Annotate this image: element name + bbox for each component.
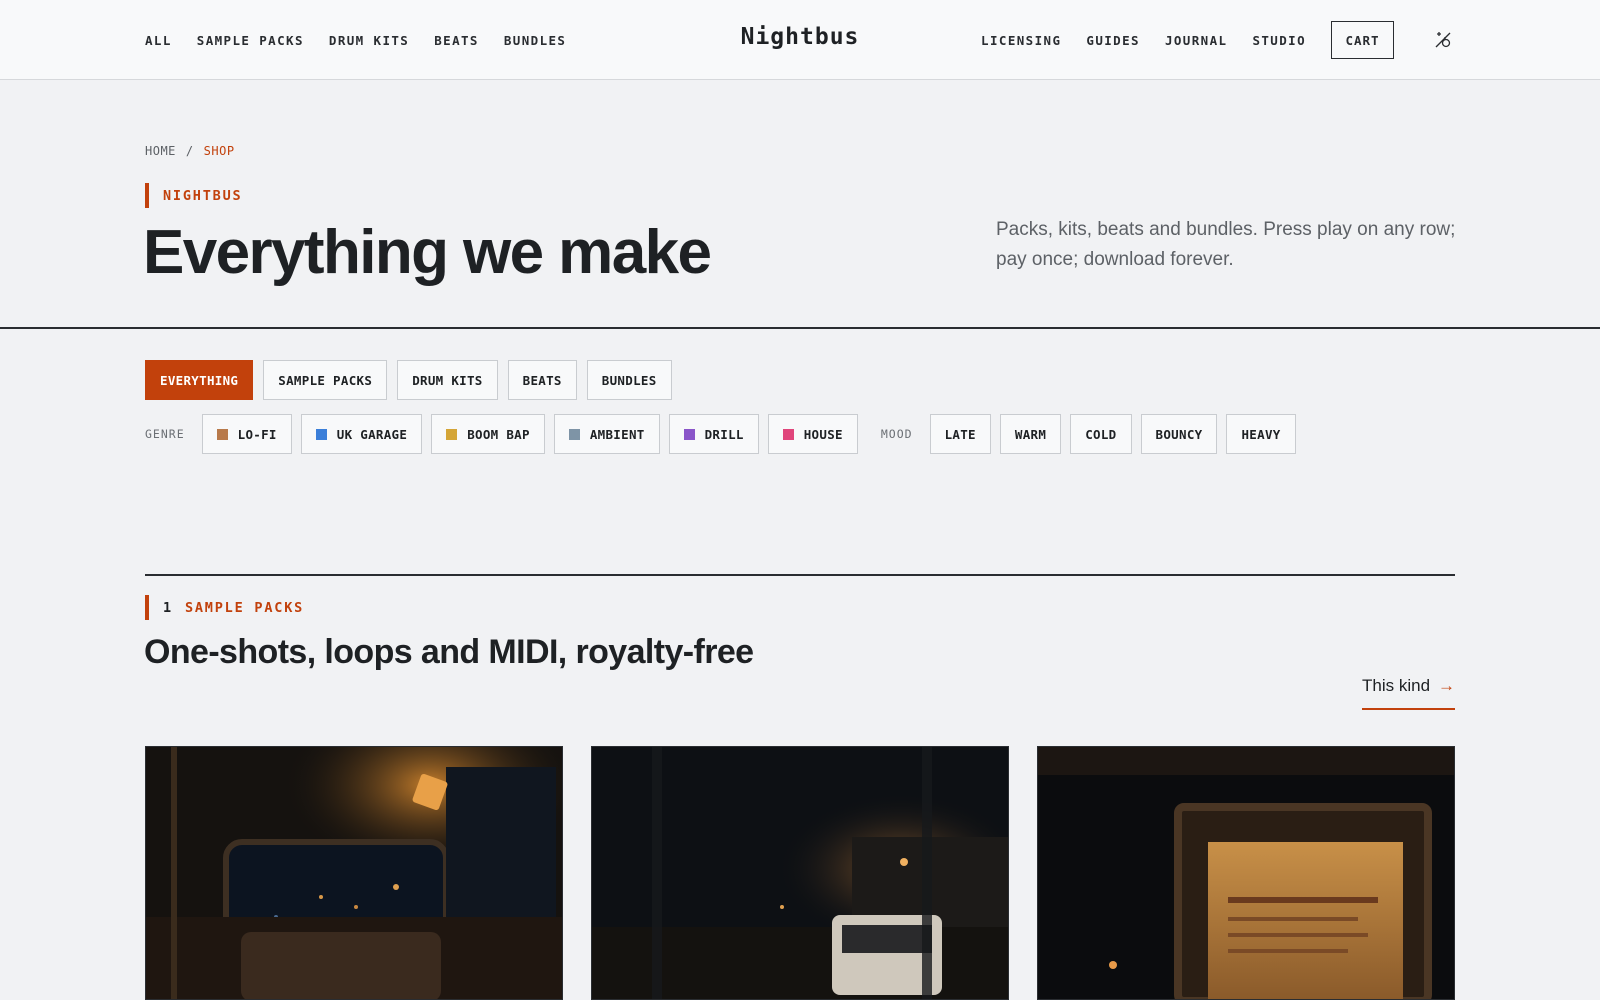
page-title: Everything we make: [143, 218, 712, 287]
hero-eyebrow-label: NIGHTBUS: [163, 187, 243, 204]
hero-divider: [0, 327, 1600, 329]
genre-chip-lo-fi[interactable]: LO-FI: [201, 414, 292, 454]
type-filter-tabs: EVERYTHING SAMPLE PACKS DRUM KITS BEATS …: [145, 360, 672, 400]
product-card[interactable]: [145, 746, 563, 1000]
breadcrumb-current: SHOP: [203, 144, 235, 158]
genre-swatch: [315, 428, 327, 440]
genre-swatch: [683, 428, 695, 440]
tab-drum-kits[interactable]: DRUM KITS: [397, 360, 498, 400]
primary-nav: ALL SAMPLE PACKS DRUM KITS BEATS BUNDLES: [145, 0, 566, 80]
nav-beats[interactable]: BEATS: [434, 33, 479, 48]
breadcrumb-separator: /: [185, 144, 194, 158]
nav-sample-packs[interactable]: SAMPLE PACKS: [197, 33, 304, 48]
genre-chip-uk-garage[interactable]: UK GARAGE: [300, 414, 423, 454]
section-eyebrow-label: SAMPLE PACKS: [184, 599, 305, 616]
product-card[interactable]: [1037, 746, 1455, 1000]
nav-drum-kits[interactable]: DRUM KITS: [329, 33, 409, 48]
product-card[interactable]: [591, 746, 1009, 1000]
bus-depot-image: [592, 747, 1008, 999]
hero-eyebrow: NIGHTBUS: [145, 183, 242, 208]
mood-chip-cold[interactable]: COLD: [1070, 414, 1132, 454]
mood-chip-late[interactable]: LATE: [929, 414, 991, 454]
mood-chip-warm[interactable]: WARM: [999, 414, 1062, 454]
bus-stop-sign-image: [1038, 747, 1454, 999]
mood-chip-bouncy[interactable]: BOUNCY: [1140, 414, 1218, 454]
genre-chip-ambient[interactable]: AMBIENT: [553, 414, 660, 454]
genre-chip-house[interactable]: HOUSE: [767, 414, 858, 454]
secondary-nav: LICENSING GUIDES JOURNAL STUDIO CART: [981, 0, 1455, 80]
genre-chip-label: DRILL: [704, 426, 744, 442]
cart-button[interactable]: CART: [1331, 21, 1394, 59]
genre-swatch: [782, 428, 794, 440]
genre-chip-label: UK GARAGE: [336, 426, 408, 442]
this-kind-label: This kind: [1362, 676, 1431, 695]
product-grid: [145, 746, 1455, 1000]
section-eyebrow: 1 SAMPLE PACKS: [145, 595, 304, 620]
section-title: One-shots, loops and MIDI, royalty-free: [144, 633, 754, 671]
nav-journal[interactable]: JOURNAL: [1165, 33, 1227, 48]
section-number: 1: [163, 599, 173, 616]
tab-beats[interactable]: BEATS: [507, 360, 577, 400]
tab-everything[interactable]: EVERYTHING: [145, 360, 254, 400]
genre-chip-label: AMBIENT: [589, 426, 645, 442]
tab-bundles[interactable]: BUNDLES: [586, 360, 672, 400]
hero-description: Packs, kits, beats and bundles. Press pl…: [996, 219, 1456, 270]
nav-bundles[interactable]: BUNDLES: [504, 33, 566, 48]
genre-chip-boom-bap[interactable]: BOOM BAP: [431, 414, 545, 454]
nav-studio[interactable]: STUDIO: [1252, 33, 1306, 48]
site-logo[interactable]: Nightbus: [741, 24, 860, 50]
genre-chip-label: BOOM BAP: [467, 426, 530, 442]
genre-chip-label: LO-FI: [237, 426, 277, 442]
genre-swatch: [216, 428, 228, 440]
tab-sample-packs[interactable]: SAMPLE PACKS: [263, 360, 388, 400]
breadcrumb: HOME / SHOP: [145, 144, 235, 158]
genre-label: GENRE: [145, 427, 185, 441]
mood-label: MOOD: [880, 427, 913, 441]
arrow-right-icon: →: [1438, 676, 1455, 695]
section-divider: [145, 574, 1455, 576]
nav-licensing[interactable]: LICENSING: [981, 33, 1061, 48]
mood-chip-heavy[interactable]: HEAVY: [1226, 414, 1296, 454]
genre-chip-drill[interactable]: DRILL: [668, 414, 759, 454]
genre-chip-label: HOUSE: [803, 426, 843, 442]
bus-interior-image: [146, 747, 562, 999]
nav-all[interactable]: ALL: [145, 33, 172, 48]
genre-swatch: [568, 428, 580, 440]
genre-swatch: [446, 428, 458, 440]
breadcrumb-home[interactable]: HOME: [145, 144, 176, 158]
filter-row: GENRE LO-FI UK GARAGE BOOM BAP AMBIENT D…: [145, 414, 1296, 454]
theme-toggle-icon[interactable]: [1431, 28, 1455, 52]
this-kind-link[interactable]: This kind →: [1362, 676, 1455, 710]
nav-guides[interactable]: GUIDES: [1086, 33, 1140, 48]
site-header: ALL SAMPLE PACKS DRUM KITS BEATS BUNDLES…: [0, 0, 1600, 80]
